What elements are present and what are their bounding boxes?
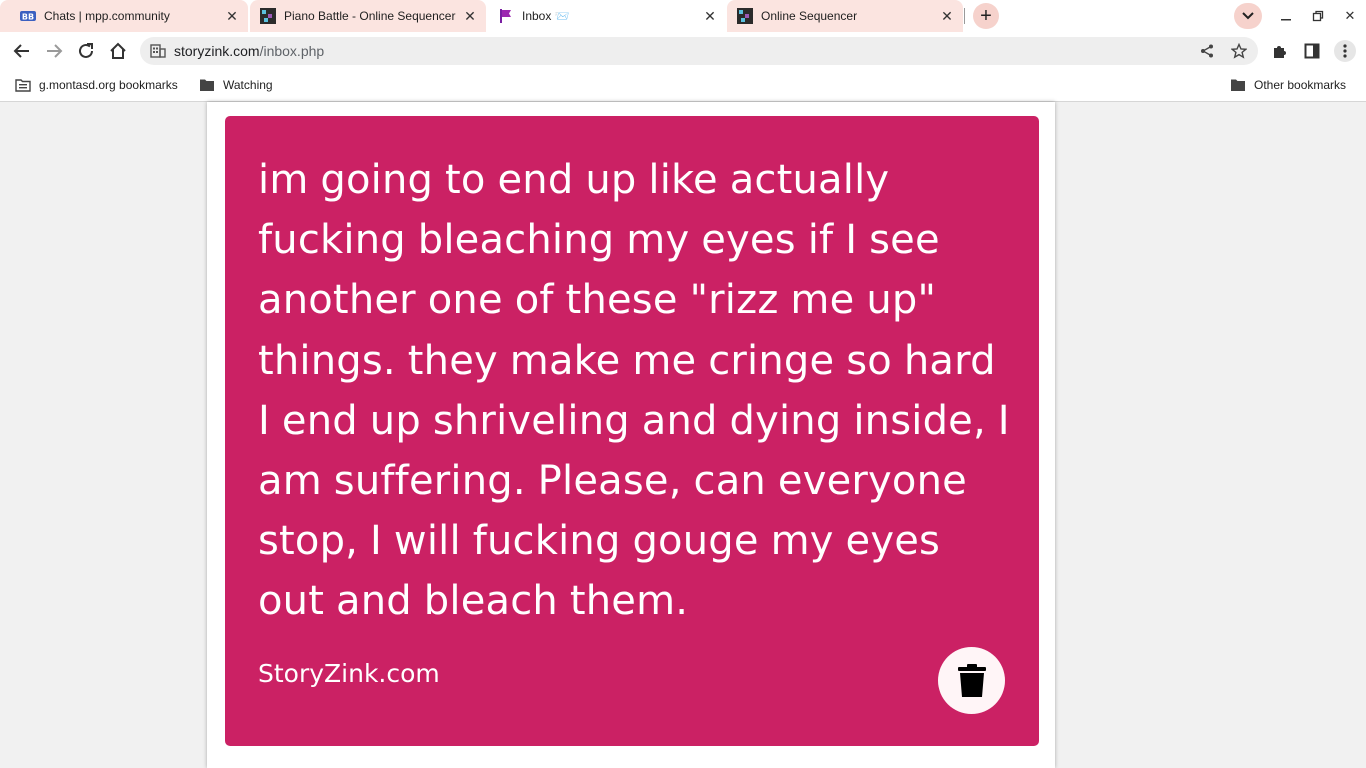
puzzle-icon: [1274, 46, 1286, 58]
home-button[interactable]: [108, 41, 128, 61]
address-bar[interactable]: storyzink.com/inbox.php: [140, 37, 1258, 65]
minimize-button[interactable]: [1278, 8, 1294, 24]
tab-search-button[interactable]: [1234, 3, 1262, 29]
page-content: im going to end up like actually fucking…: [0, 102, 1366, 768]
tab-online-sequencer[interactable]: Online Sequencer ✕: [727, 0, 963, 32]
side-panel-button[interactable]: [1302, 41, 1322, 61]
extensions-button[interactable]: [1270, 41, 1290, 61]
tab-separator: [964, 8, 965, 24]
bb-icon: BB: [20, 8, 36, 24]
delete-button[interactable]: [938, 647, 1005, 714]
tab-title: Chats | mpp.community: [44, 9, 170, 23]
bookmark-label: g.montasd.org bookmarks: [39, 78, 178, 92]
more-vert-icon: [1343, 44, 1347, 58]
close-icon[interactable]: ✕: [462, 8, 478, 24]
tab-inbox[interactable]: Inbox 📨 ✕: [488, 0, 726, 32]
sequencer-icon: [737, 8, 753, 24]
svg-text:BB: BB: [22, 13, 34, 22]
url-path: /inbox.php: [259, 43, 325, 59]
reload-button[interactable]: [76, 41, 96, 61]
close-icon[interactable]: ✕: [939, 8, 955, 24]
back-button[interactable]: [12, 41, 32, 61]
side-panel-icon: [1304, 43, 1320, 59]
back-arrow-icon: [13, 44, 29, 58]
menu-button[interactable]: [1334, 40, 1356, 62]
folder-icon: [200, 79, 214, 91]
bookmark-label: Watching: [223, 78, 273, 92]
plus-icon: +: [980, 4, 992, 27]
bookmark-folder-icon: [15, 79, 31, 92]
inbox-container: im going to end up like actually fucking…: [207, 102, 1055, 768]
share-icon[interactable]: [1200, 44, 1214, 58]
brand-label: StoryZink.com: [258, 659, 440, 688]
site-info-icon: [150, 44, 166, 58]
flag-icon: [498, 8, 514, 24]
sequencer-icon: [260, 8, 276, 24]
browser-toolbar: storyzink.com/inbox.php: [0, 32, 1366, 70]
restore-button[interactable]: [1310, 8, 1326, 24]
tab-bar: BB Chats | mpp.community ✕ Piano Battle …: [0, 0, 1366, 32]
url-host: storyzink.com: [174, 43, 260, 59]
home-icon: [110, 42, 126, 59]
new-tab-button[interactable]: +: [973, 3, 999, 29]
close-icon[interactable]: ✕: [224, 8, 240, 24]
tab-chats[interactable]: BB Chats | mpp.community ✕: [0, 0, 248, 32]
bookmark-watching[interactable]: Watching: [199, 78, 273, 92]
bookmark-gmontasd[interactable]: g.montasd.org bookmarks: [15, 78, 178, 92]
url-text: storyzink.com/inbox.php: [174, 43, 324, 59]
forward-arrow-icon: [47, 44, 63, 58]
close-window-button[interactable]: ✕: [1342, 8, 1358, 24]
tab-title: Piano Battle - Online Sequencer: [284, 9, 456, 23]
other-bookmarks-label: Other bookmarks: [1254, 78, 1347, 92]
chevron-down-icon: [1242, 12, 1254, 20]
star-icon[interactable]: [1231, 43, 1247, 59]
message-text: im going to end up like actually fucking…: [258, 157, 1010, 625]
bookmarks-bar: g.montasd.org bookmarks Watching Other b…: [0, 70, 1366, 102]
message-card: im going to end up like actually fucking…: [225, 116, 1039, 746]
tab-title: Inbox 📨: [522, 9, 570, 23]
reload-icon: [79, 43, 93, 58]
tab-title: Online Sequencer: [761, 9, 858, 23]
trash-icon: [957, 663, 986, 697]
tab-piano-battle[interactable]: Piano Battle - Online Sequencer ✕: [250, 0, 486, 32]
folder-icon: [1231, 79, 1245, 91]
other-bookmarks[interactable]: Other bookmarks: [1230, 78, 1346, 92]
forward-button[interactable]: [44, 41, 64, 61]
close-icon[interactable]: ✕: [702, 8, 718, 24]
